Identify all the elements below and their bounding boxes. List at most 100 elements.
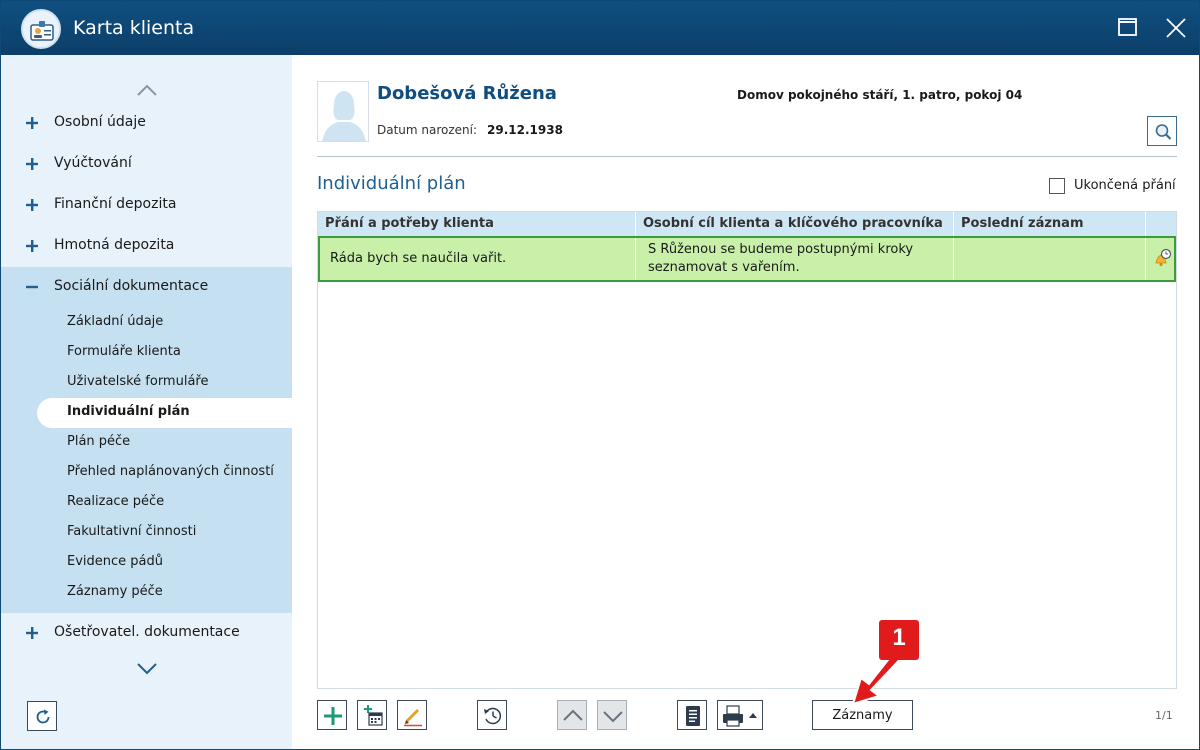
document-icon [686,706,700,726]
header-divider [317,156,1177,157]
scroll-down-button[interactable] [134,660,160,678]
sidebar-subitem-label: Individuální plán [67,404,190,419]
add-calendar-icon [364,705,383,726]
page-count: 1/1 [1155,709,1173,722]
client-avatar [317,81,369,142]
sidebar-subitem-client-forms[interactable]: Formuláře klienta [1,338,292,368]
chevron-down-icon [137,663,157,675]
sidebar-subitem-label: Formuláře klienta [67,344,181,359]
column-header-label: Přání a potřeby klienta [325,216,494,231]
sidebar-subitem-care-plan[interactable]: Plán péče [1,428,292,458]
edit-button[interactable] [397,700,427,730]
client-card-window: Karta klienta Osobní údaje Vyúčtování Fi… [0,0,1200,750]
client-card-app-icon [21,9,61,49]
plus-icon [26,117,38,129]
cell-text: Ráda bych se naučila vařit. [330,251,507,266]
close-button[interactable] [1161,13,1191,43]
sidebar-item-label: Finanční depozita [54,196,177,212]
sidebar-subitem-optional-activities[interactable]: Fakultativní činnosti [1,518,292,548]
column-header-label: Poslední záznam [961,216,1084,231]
sidebar-subitem-individual-plan[interactable]: Individuální plán [37,398,292,428]
client-location: Domov pokojného stáří, 1. patro, pokoj 0… [737,88,1023,102]
sidebar-subitem-planned-activities[interactable]: Přehled naplánovaných činností [1,458,292,488]
birth-date-label: Datum narození: [377,123,478,137]
table-header: Přání a potřeby klienta Osobní cíl klien… [318,212,1176,236]
cell-last-record [954,238,1146,280]
refresh-button[interactable] [27,701,57,731]
sidebar-subitem-label: Základní údaje [67,314,164,329]
chevron-up-icon [137,84,157,96]
plus-icon [26,199,38,211]
sidebar-subitem-fall-records[interactable]: Evidence pádů [1,548,292,578]
sidebar-subitem-label: Realizace péče [67,494,165,509]
plus-icon [324,707,342,725]
search-button[interactable] [1147,116,1177,146]
social-documentation-section: Sociální dokumentace Základní údaje Form… [1,267,292,613]
move-down-button[interactable] [597,700,627,730]
add-button[interactable] [317,700,347,730]
sidebar-subitem-basic-data[interactable]: Základní údaje [1,308,292,338]
section-title: Individuální plán [317,173,466,194]
cell-goal: S Růženou se budeme postupnými kroky sez… [636,238,954,280]
plus-icon [26,627,38,639]
bell-clock-icon[interactable] [1152,248,1172,268]
column-header-label: Osobní cíl klienta a klíčového pracovník… [643,216,943,231]
minus-icon [26,285,38,289]
sidebar-subitem-user-forms[interactable]: Uživatelské formuláře [1,368,292,398]
sidebar-item-personal-data[interactable]: Osobní údaje [1,103,292,144]
caret-up-icon [749,713,757,718]
move-up-button[interactable] [557,700,587,730]
sidebar-subitem-care-realization[interactable]: Realizace péče [1,488,292,518]
annotation-number: 1 [892,624,906,651]
title-bar: Karta klienta [1,1,1199,55]
chevron-down-icon [603,711,623,723]
sidebar-item-label: Sociální dokumentace [54,278,209,294]
sidebar-item-nursing-documentation[interactable]: Ošetřovatel. dokumentace [1,613,292,654]
sidebar-subitem-label: Přehled naplánovaných činností [67,464,274,479]
sidebar-item-label: Osobní údaje [54,114,146,130]
sidebar-subitem-label: Fakultativní činnosti [67,524,197,539]
birth-date-value: 29.12.1938 [487,123,563,137]
main-panel: Dobešová Růžena Datum narození: 29.12.19… [292,55,1199,749]
sidebar-item-label: Vyúčtování [54,155,132,171]
maximize-icon [1118,18,1137,36]
maximize-button[interactable] [1113,13,1143,43]
refresh-icon [36,709,50,724]
add-scheduled-button[interactable] [357,700,387,730]
sidebar-item-label: Ošetřovatel. dokumentace [54,624,240,640]
column-header-icon [1146,212,1176,236]
sidebar-subitem-label: Plán péče [67,434,131,449]
column-header-last-record[interactable]: Poslední záznam [954,212,1146,236]
print-button[interactable] [717,700,763,730]
table-row[interactable]: Ráda bych se naučila vařit. S Růženou se… [318,236,1176,282]
search-icon [1155,124,1172,140]
window-title: Karta klienta [73,17,195,39]
column-header-wishes[interactable]: Přání a potřeby klienta [318,212,636,236]
plus-icon [26,240,38,252]
sidebar-subitem-label: Evidence pádů [67,554,163,569]
sidebar: Osobní údaje Vyúčtování Finanční depozit… [1,55,292,749]
cell-text: S Růženou se budeme postupnými kroky [648,242,914,257]
sidebar-item-financial-deposits[interactable]: Finanční depozita [1,185,292,226]
ended-wishes-label: Ukončená přání [1074,178,1176,193]
history-button[interactable] [477,700,507,730]
column-header-goal[interactable]: Osobní cíl klienta a klíčového pracovník… [636,212,954,236]
pencil-icon [404,708,422,727]
cell-text: seznamovat s vařením. [648,260,800,275]
person-silhouette-icon [318,82,368,141]
sidebar-item-material-deposits[interactable]: Hmotná depozita [1,226,292,267]
sidebar-subitem-care-records[interactable]: Záznamy péče [1,578,292,608]
sidebar-item-label: Hmotná depozita [54,237,175,253]
scroll-up-button[interactable] [134,81,160,99]
plus-icon [26,158,38,170]
sidebar-subitem-label: Záznamy péče [67,584,163,599]
cell-wish: Ráda bych se naučila vařit. [320,238,636,280]
chevron-up-icon [563,709,583,721]
history-icon [484,707,502,725]
sidebar-subitem-label: Uživatelské formuláře [67,374,209,389]
printer-icon [723,705,757,727]
ended-wishes-checkbox[interactable] [1049,178,1065,194]
sidebar-item-billing[interactable]: Vyúčtování [1,144,292,185]
sidebar-item-social-documentation[interactable]: Sociální dokumentace [1,267,292,308]
document-button[interactable] [677,700,707,730]
